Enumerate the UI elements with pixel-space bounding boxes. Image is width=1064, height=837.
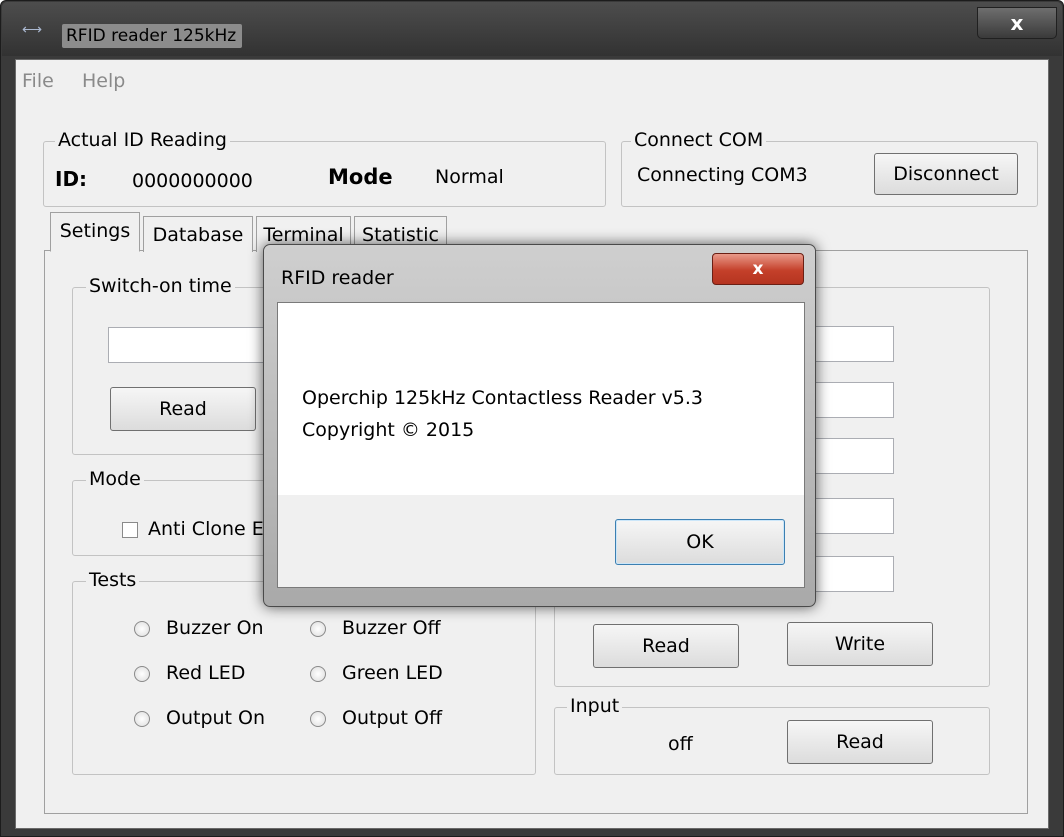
- connect-com-legend: Connect COM: [631, 129, 767, 151]
- tab-database[interactable]: Database: [143, 216, 253, 252]
- radio-buzzer-off[interactable]: [310, 621, 326, 637]
- radio-output-on-label: Output On: [166, 707, 266, 729]
- anti-clone-label: Anti Clone E: [148, 518, 264, 540]
- tab-setings[interactable]: Setings: [50, 212, 140, 252]
- app-icon: ⟷: [22, 21, 43, 37]
- input-value: off: [668, 733, 693, 755]
- input-legend: Input: [567, 695, 623, 717]
- actual-id-legend: Actual ID Reading: [55, 129, 230, 151]
- window-title: RFID reader 125kHz: [62, 24, 243, 48]
- disconnect-button[interactable]: Disconnect: [874, 153, 1018, 195]
- id-value: 0000000000: [132, 170, 253, 192]
- input-read-button[interactable]: Read: [787, 720, 933, 764]
- mode-value: Normal: [435, 166, 504, 188]
- dialog-close-button[interactable]: x: [712, 253, 804, 285]
- radio-buzzer-off-label: Buzzer Off: [342, 617, 441, 639]
- ok-button[interactable]: OK: [615, 519, 785, 565]
- radio-output-off[interactable]: [310, 711, 326, 727]
- radio-green-led-label: Green LED: [342, 662, 443, 684]
- id-label: ID:: [55, 167, 88, 191]
- close-button[interactable]: x: [977, 7, 1057, 39]
- about-dialog: RFID reader x Operchip 125kHz Contactles…: [263, 244, 816, 607]
- menu-bar: File Help: [16, 60, 1048, 98]
- connection-status: Connecting COM3: [637, 164, 808, 186]
- mode-legend: Mode: [86, 468, 144, 490]
- radio-green-led[interactable]: [310, 666, 326, 682]
- radio-output-off-label: Output Off: [342, 707, 443, 729]
- dialog-message-line2: Copyright © 2015: [302, 419, 475, 441]
- menu-help[interactable]: Help: [82, 70, 125, 92]
- radio-buzzer-on[interactable]: [134, 621, 150, 637]
- switch-on-time-read-button[interactable]: Read: [110, 387, 256, 431]
- radio-buzzer-on-label: Buzzer On: [166, 617, 264, 639]
- switch-on-time-input[interactable]: [108, 327, 268, 363]
- tests-legend: Tests: [86, 569, 140, 591]
- switch-on-time-legend: Switch-on time: [86, 275, 235, 297]
- dialog-message-area: Operchip 125kHz Contactless Reader v5.3 …: [278, 303, 804, 495]
- menu-file[interactable]: File: [22, 70, 54, 92]
- dialog-title: RFID reader: [281, 267, 394, 289]
- anti-clone-checkbox[interactable]: [122, 522, 138, 538]
- radio-output-on[interactable]: [134, 711, 150, 727]
- radio-red-led[interactable]: [134, 666, 150, 682]
- title-bar[interactable]: ⟷ RFID reader 125kHz: [2, 2, 1062, 56]
- data-write-button[interactable]: Write: [787, 622, 933, 666]
- close-icon: x: [752, 259, 764, 279]
- mode-label: Mode: [328, 165, 393, 189]
- data-read-button[interactable]: Read: [593, 624, 739, 668]
- dialog-body: Operchip 125kHz Contactless Reader v5.3 …: [277, 302, 805, 588]
- dialog-message-line1: Operchip 125kHz Contactless Reader v5.3: [302, 387, 704, 409]
- radio-red-led-label: Red LED: [166, 662, 246, 684]
- close-icon: x: [1010, 11, 1024, 35]
